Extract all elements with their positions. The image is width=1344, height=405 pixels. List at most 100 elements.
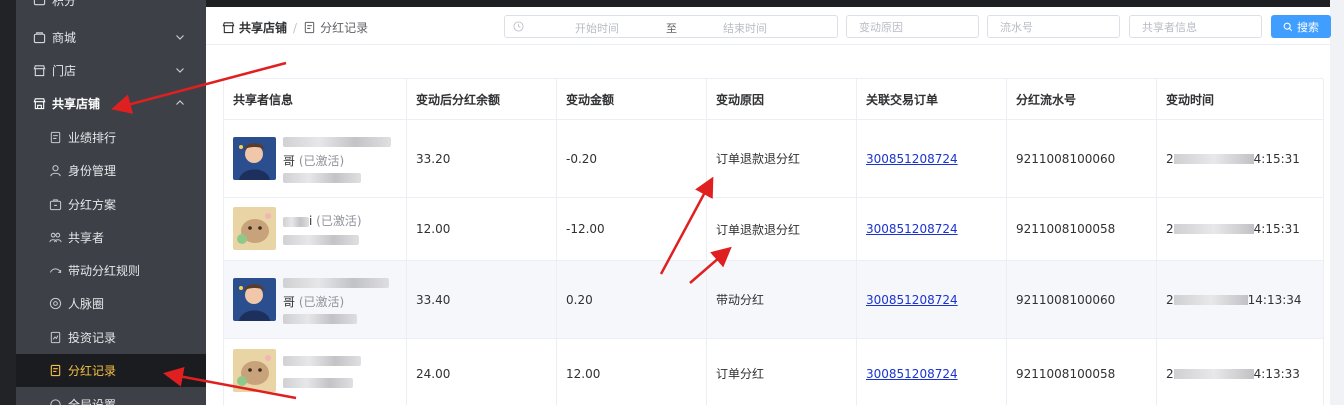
start-time-input[interactable]: 开始时间 xyxy=(575,20,619,36)
user-icon xyxy=(48,164,62,178)
sharer-cell: i (已激活) xyxy=(224,198,407,261)
sidebar-item-shared-store[interactable]: 共享店铺 xyxy=(16,87,206,120)
sharer-info: 哥 (已激活) xyxy=(233,261,406,338)
sidebar-item-mall[interactable]: 商城 xyxy=(16,21,206,54)
sharer-name xyxy=(283,134,391,148)
rule-icon xyxy=(48,264,62,278)
serial-cell: 9211008100060 xyxy=(1007,120,1157,198)
record-icon xyxy=(304,21,315,34)
sharer-name-status: i (已激活) xyxy=(283,212,362,229)
sidebar-item-label: 业绩排行 xyxy=(68,131,117,145)
time-cell: 2 4:15:31 xyxy=(1157,198,1324,261)
sidebar-item-ranking[interactable]: 业绩排行 xyxy=(16,121,206,154)
date-range-picker[interactable]: 开始时间 至 结束时间 xyxy=(504,15,838,38)
breadcrumb-parent[interactable]: 共享店铺 xyxy=(239,19,287,36)
sharer-cell: 哥 (已激活) xyxy=(224,120,407,198)
sidebar-item-label: 商城 xyxy=(52,31,77,45)
order-link[interactable]: 300851208724 xyxy=(866,222,958,236)
reason-cell: 订单分红 xyxy=(707,339,857,405)
sharer-info xyxy=(233,339,406,405)
order-cell: 300851208724 xyxy=(857,120,1007,198)
serial-number-input[interactable]: 流水号 xyxy=(987,15,1120,38)
record-icon xyxy=(48,364,62,378)
sidebar-item-store[interactable]: 门店 xyxy=(16,54,206,87)
serial-cell: 9211008100060 xyxy=(1007,261,1157,339)
breadcrumb: 共享店铺 / 分红记录 xyxy=(222,19,368,36)
sidebar-item-label: 共享者 xyxy=(68,231,105,245)
end-time-input[interactable]: 结束时间 xyxy=(723,20,767,36)
time-value: 4:15:31 xyxy=(1253,222,1300,236)
chevron-down-icon xyxy=(176,35,184,40)
sidebar-item-dividend-record[interactable]: 分红记录 xyxy=(16,354,206,387)
column-header: 变动后分红余额 xyxy=(407,79,557,120)
balance-cell: 33.40 xyxy=(407,261,557,339)
amount-cell: 12.00 xyxy=(557,339,707,405)
order-cell: 300851208724 xyxy=(857,339,1007,405)
sharer-phone xyxy=(283,170,361,184)
sidebar-item-network[interactable]: 人脉圈 xyxy=(16,287,206,320)
ranking-icon xyxy=(48,131,62,145)
sidebar-item-label: 分红记录 xyxy=(68,364,117,378)
serial-number-placeholder: 流水号 xyxy=(1000,20,1033,34)
sharer-phone xyxy=(283,375,353,389)
change-reason-select[interactable]: 变动原因 xyxy=(846,15,979,38)
time-value: 14:13:34 xyxy=(1247,292,1302,307)
order-link[interactable]: 300851208724 xyxy=(866,367,958,381)
plan-icon xyxy=(48,198,62,212)
time-year: 2 xyxy=(1166,151,1174,166)
sharer-phone xyxy=(283,311,357,325)
avatar xyxy=(233,207,276,250)
breadcrumb-current: 分红记录 xyxy=(320,21,369,35)
table-row[interactable]: i (已激活) 12.00 -12.00 订单退款退分红 30085120872… xyxy=(224,198,1324,261)
sharers-icon xyxy=(48,231,62,245)
sidebar-item-global-settings[interactable]: 全局设置 xyxy=(16,388,206,405)
time-year: 2 xyxy=(1166,222,1174,236)
order-link[interactable]: 300851208724 xyxy=(866,293,958,307)
balance-cell: 12.00 xyxy=(407,198,557,261)
column-header: 分红流水号 xyxy=(1007,79,1157,120)
table-row[interactable]: 哥 (已激活) 33.20 -0.20 订单退款退分红 300851208724… xyxy=(224,120,1324,198)
table-header-row: 共享者信息 变动后分红余额 变动金额 变动原因 关联交易订单 分红流水号 变动时… xyxy=(224,79,1324,120)
table-row[interactable]: 24.00 12.00 订单分红 300851208724 9211008100… xyxy=(224,339,1324,405)
sidebar-item-points[interactable]: 积分 xyxy=(16,0,206,17)
time-year: 2 xyxy=(1166,366,1174,381)
amount-cell: 0.20 xyxy=(557,261,707,339)
sidebar-item-dividend-plan[interactable]: 分红方案 xyxy=(16,188,206,221)
sidebar-item-label: 带动分红规则 xyxy=(68,264,141,278)
sidebar-item-investment[interactable]: 投资记录 xyxy=(16,321,206,354)
serial-cell: 9211008100058 xyxy=(1007,339,1157,405)
time-cell: 2 4:15:31 xyxy=(1157,120,1324,198)
sidebar-item-label: 身份管理 xyxy=(68,164,117,178)
avatar xyxy=(233,278,276,321)
shared-store-icon xyxy=(32,97,46,111)
reason-cell: 订单退款退分红 xyxy=(707,120,857,198)
store-icon xyxy=(32,64,46,78)
sharer-cell xyxy=(224,339,407,405)
sidebar-item-label: 投资记录 xyxy=(68,331,117,345)
sidebar-item-lead-rule[interactable]: 带动分红规则 xyxy=(16,254,206,287)
avatar xyxy=(233,137,276,180)
sharer-name xyxy=(283,275,389,289)
sidebar-item-label: 人脉圈 xyxy=(68,297,105,311)
sidebar-item-identity[interactable]: 身份管理 xyxy=(16,154,206,187)
column-header: 关联交易订单 xyxy=(857,79,1007,120)
sharer-phone xyxy=(283,232,359,246)
shared-store-icon xyxy=(222,22,235,34)
reason-cell: 带动分红 xyxy=(707,261,857,339)
order-link[interactable]: 300851208724 xyxy=(866,152,958,166)
table-row[interactable]: 哥 (已激活) 33.40 0.20 带动分红 300851208724 921… xyxy=(224,261,1324,339)
serial-cell: 9211008100058 xyxy=(1007,198,1157,261)
balance-cell: 24.00 xyxy=(407,339,557,405)
points-icon xyxy=(32,0,46,8)
sidebar-item-label: 全局设置 xyxy=(68,398,117,405)
sharer-name-status: 哥 (已激活) xyxy=(283,154,345,168)
sidebar-item-sharers[interactable]: 共享者 xyxy=(16,221,206,254)
window-edge xyxy=(0,0,16,405)
search-icon xyxy=(1283,22,1293,31)
filter-header: 共享店铺 / 分红记录 开始时间 至 结束时间 变动原因 流水号 共享者信息 搜… xyxy=(206,7,1331,45)
sharer-info-input[interactable]: 共享者信息 xyxy=(1129,15,1262,38)
order-cell: 300851208724 xyxy=(857,198,1007,261)
search-button[interactable]: 搜索 xyxy=(1271,15,1331,38)
sharer-name-status: 哥 (已激活) xyxy=(283,295,345,309)
time-value: 4:13:33 xyxy=(1253,366,1300,381)
